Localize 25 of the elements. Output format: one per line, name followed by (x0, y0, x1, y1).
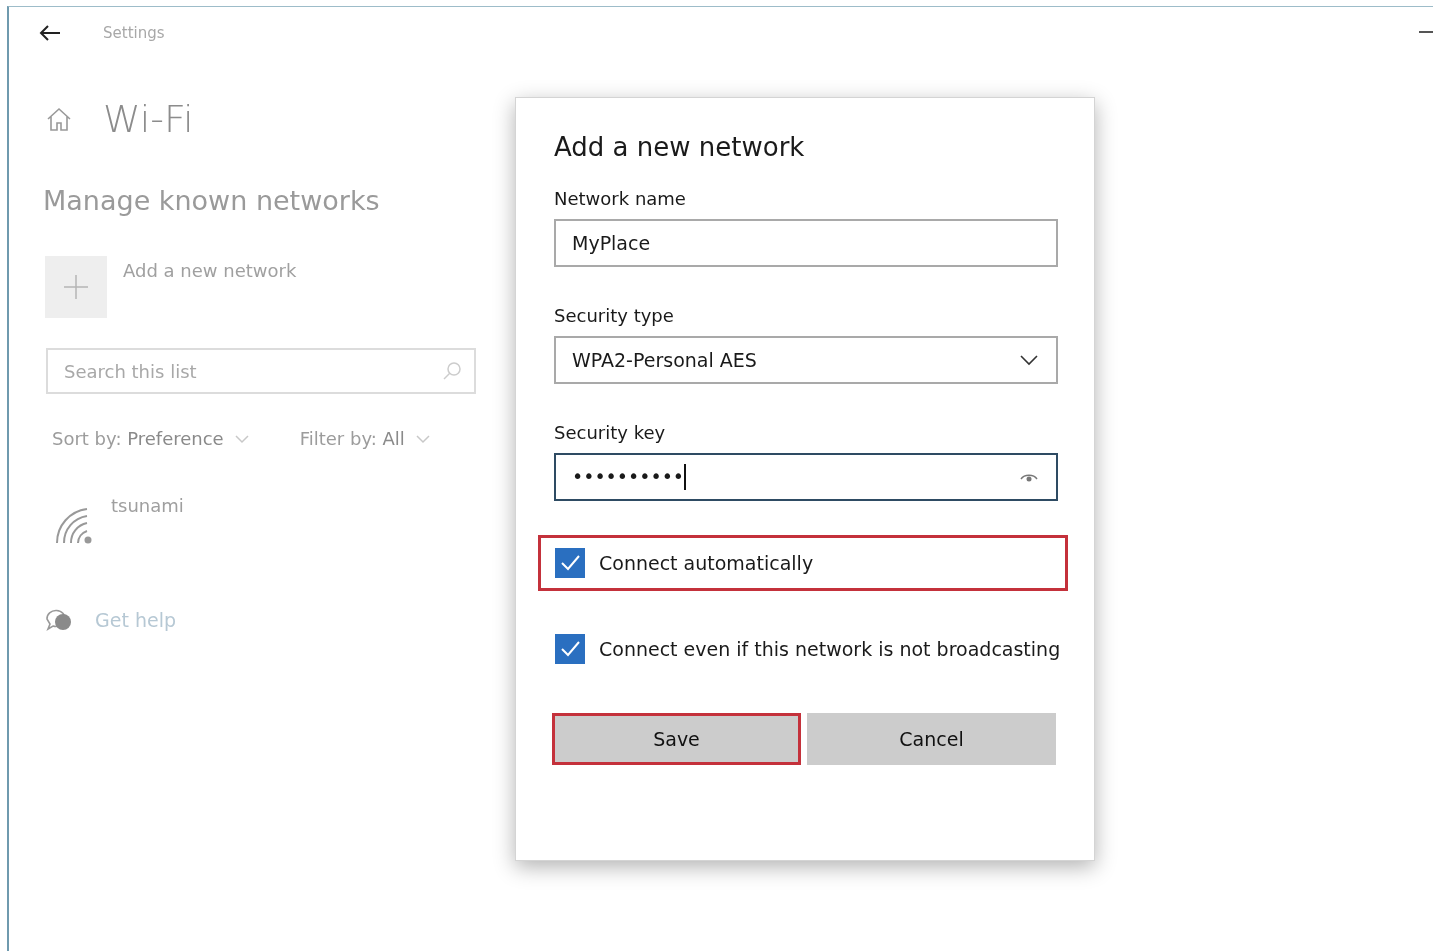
search-field[interactable]: Search this list (46, 348, 476, 394)
chevron-down-icon (1018, 353, 1040, 367)
home-icon[interactable] (45, 105, 73, 133)
field-label: Security key (554, 422, 667, 443)
checkbox-label[interactable]: Connect even if this network is not broadcasting (599, 638, 1061, 660)
field-label: Network name (554, 188, 687, 209)
plus-icon (63, 274, 89, 300)
input-field[interactable]: MyPlace (554, 219, 1058, 267)
dialog-button[interactable]: Save (552, 713, 801, 765)
checkbox[interactable] (555, 548, 585, 578)
page-title: Wi-Fi (103, 97, 194, 141)
chevron-down-icon (414, 433, 431, 444)
dialog-button[interactable]: Cancel (807, 713, 1056, 765)
dialog-title: Add a new network (554, 132, 806, 162)
input-field[interactable]: •••••••••• (554, 453, 1058, 501)
checkbox[interactable] (555, 634, 585, 664)
window-title: Settings (103, 24, 165, 42)
help-chat-icon (45, 607, 73, 633)
security-type-dropdown[interactable]: WPA2-Personal AES (554, 336, 1058, 384)
back-arrow-icon[interactable] (39, 24, 61, 42)
chevron-down-icon (233, 433, 250, 444)
section-heading: Manage known networks (42, 185, 380, 216)
field-label: Security type (554, 305, 675, 326)
checkbox-label[interactable]: Connect automatically (599, 552, 814, 574)
search-icon (442, 361, 462, 381)
